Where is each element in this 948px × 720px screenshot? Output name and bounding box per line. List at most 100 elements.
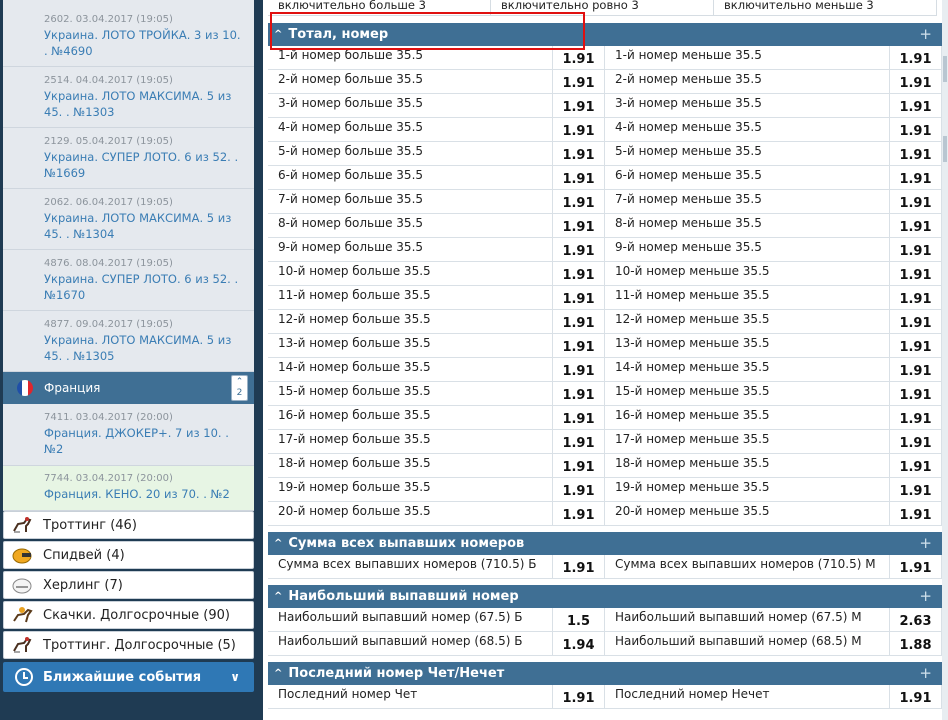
- bet-option[interactable]: 6-й номер больше 35.5 1.91: [268, 166, 605, 189]
- odds-value[interactable]: 1.91: [552, 238, 604, 261]
- country-header-france[interactable]: Франция ⌃ 2: [3, 372, 254, 404]
- odds-value[interactable]: 1.91: [552, 502, 604, 525]
- odds-value[interactable]: 1.91: [889, 334, 941, 357]
- odds-value[interactable]: 1.91: [889, 142, 941, 165]
- odds-value[interactable]: 1.91: [552, 454, 604, 477]
- bet-option[interactable]: Сумма всех выпавших номеров (710.5) Б 1.9…: [268, 555, 605, 578]
- bet-option[interactable]: 7-й номер меньше 35.5 1.91: [605, 190, 942, 213]
- event-title[interactable]: Франция. ДЖОКЕР+. 7 из 10. . №2: [44, 425, 246, 457]
- market-header[interactable]: ^ Последний номер Чет/Нечет +: [268, 662, 942, 685]
- odds-value[interactable]: 1.91: [889, 685, 941, 708]
- bet-option[interactable]: 10-й номер больше 35.5 1.91: [268, 262, 605, 285]
- event-item[interactable]: 7411. 03.04.2017 (20:00) Франция. ДЖОКЕР+…: [3, 404, 254, 466]
- event-item[interactable]: 2062. 06.04.2017 (19:05) Украина. ЛОТО МА…: [3, 189, 254, 250]
- odds-value[interactable]: 1.91: [889, 358, 941, 381]
- odds-value[interactable]: 1.91: [889, 190, 941, 213]
- event-title[interactable]: Франция. КЕНО. 20 из 70. . №2: [44, 486, 246, 502]
- odds-value[interactable]: 1.91: [889, 406, 941, 429]
- bet-option[interactable]: Наибольший выпавший номер (68.5) Б 1.94: [268, 632, 605, 655]
- odds-value[interactable]: 1.91: [889, 262, 941, 285]
- odds-value[interactable]: 1.91: [552, 406, 604, 429]
- collapse-count-badge[interactable]: ⌃ 2: [231, 375, 248, 401]
- odds-value[interactable]: 1.91: [889, 118, 941, 141]
- bet-option[interactable]: 6-й номер меньше 35.5 1.91: [605, 166, 942, 189]
- odds-value[interactable]: 1.91: [552, 382, 604, 405]
- market-header[interactable]: ^ Наибольший выпавший номер +: [268, 585, 942, 608]
- bet-option[interactable]: 10-й номер меньше 35.5 1.91: [605, 262, 942, 285]
- bet-option[interactable]: 18-й номер больше 35.5 1.91: [268, 454, 605, 477]
- bet-option[interactable]: 20-й номер меньше 35.5 1.91: [605, 502, 942, 525]
- sport-item[interactable]: Скачки. Долгосрочные (90): [3, 601, 254, 629]
- bet-option[interactable]: 12-й номер меньше 35.5 1.91: [605, 310, 942, 333]
- bet-option[interactable]: 9-й номер меньше 35.5 1.91: [605, 238, 942, 261]
- odds-value[interactable]: 1.91: [889, 555, 941, 578]
- bet-option[interactable]: 5-й номер меньше 35.5 1.91: [605, 142, 942, 165]
- event-item[interactable]: 2514. 04.04.2017 (19:05) Украина. ЛОТО МА…: [3, 67, 254, 128]
- odds-value[interactable]: 1.5: [552, 608, 604, 631]
- bet-option[interactable]: 3-й номер меньше 35.5 1.91: [605, 94, 942, 117]
- bet-option[interactable]: 7-й номер больше 35.5 1.91: [268, 190, 605, 213]
- bet-option[interactable]: 19-й номер больше 35.5 1.91: [268, 478, 605, 501]
- bet-option[interactable]: 13-й номер меньше 35.5 1.91: [605, 334, 942, 357]
- sport-item[interactable]: Херлинг (7): [3, 571, 254, 599]
- odds-value[interactable]: 1.88: [889, 632, 941, 655]
- bet-option[interactable]: 8-й номер больше 35.5 1.91: [268, 214, 605, 237]
- event-title[interactable]: Украина. ЛОТО МАКСИМА. 5 из 45. . №1304: [44, 210, 246, 242]
- odds-value[interactable]: 1.91: [889, 70, 941, 93]
- odds-value[interactable]: 1.91: [889, 166, 941, 189]
- odds-value[interactable]: 1.91: [552, 478, 604, 501]
- event-item[interactable]: 2602. 03.04.2017 (19:05) Украина. ЛОТО ТР…: [3, 0, 254, 67]
- odds-value[interactable]: 1.91: [552, 555, 604, 578]
- event-item[interactable]: 2129. 05.04.2017 (19:05) Украина. СУПЕР Л…: [3, 128, 254, 189]
- plus-icon[interactable]: +: [919, 25, 932, 43]
- scrollbar[interactable]: [942, 0, 948, 720]
- odds-value[interactable]: 1.91: [889, 46, 941, 69]
- bet-option[interactable]: Сумма всех выпавших номеров (710.5) М 1.9…: [605, 555, 942, 578]
- market-header[interactable]: ^ Сумма всех выпавших номеров +: [268, 532, 942, 555]
- odds-value[interactable]: 1.91: [552, 310, 604, 333]
- sport-item[interactable]: Троттинг (46): [3, 511, 254, 539]
- odds-value[interactable]: 1.91: [889, 478, 941, 501]
- bet-option[interactable]: 3-й номер больше 35.5 1.91: [268, 94, 605, 117]
- odds-value[interactable]: 1.91: [889, 214, 941, 237]
- bet-option[interactable]: 13-й номер больше 35.5 1.91: [268, 334, 605, 357]
- odds-value[interactable]: 1.91: [889, 430, 941, 453]
- odds-value[interactable]: 1.91: [889, 454, 941, 477]
- odds-value[interactable]: 1.91: [552, 286, 604, 309]
- bet-option[interactable]: 16-й номер больше 35.5 1.91: [268, 406, 605, 429]
- bet-option[interactable]: 11-й номер больше 35.5 1.91: [268, 286, 605, 309]
- plus-icon[interactable]: +: [919, 534, 932, 552]
- odds-value[interactable]: 1.91: [552, 94, 604, 117]
- odds-value[interactable]: 1.91: [552, 685, 604, 708]
- bet-option[interactable]: Последний номер Чет 1.91: [268, 685, 605, 708]
- bet-option[interactable]: 1-й номер меньше 35.5 1.91: [605, 46, 942, 69]
- odds-value[interactable]: 1.91: [552, 430, 604, 453]
- plus-icon[interactable]: +: [919, 587, 932, 605]
- odds-value[interactable]: 1.91: [889, 382, 941, 405]
- bet-option[interactable]: 14-й номер больше 35.5 1.91: [268, 358, 605, 381]
- odds-value[interactable]: 1.91: [552, 190, 604, 213]
- event-title[interactable]: Украина. ЛОТО МАКСИМА. 5 из 45. . №1305: [44, 332, 246, 364]
- odds-value[interactable]: 1.91: [889, 238, 941, 261]
- bet-option[interactable]: 11-й номер меньше 35.5 1.91: [605, 286, 942, 309]
- event-title[interactable]: Украина. ЛОТО ТРОЙКА. 3 из 10. . №4690: [44, 27, 246, 59]
- event-title[interactable]: Украина. СУПЕР ЛОТО. 6 из 52. . №1670: [44, 271, 246, 303]
- event-title[interactable]: Украина. СУПЕР ЛОТО. 6 из 52. . №1669: [44, 149, 246, 181]
- odds-value[interactable]: 1.91: [552, 262, 604, 285]
- bet-option[interactable]: 18-й номер меньше 35.5 1.91: [605, 454, 942, 477]
- bet-option[interactable]: 15-й номер меньше 35.5 1.91: [605, 382, 942, 405]
- odds-value[interactable]: 1.91: [552, 142, 604, 165]
- bet-option[interactable]: 2-й номер меньше 35.5 1.91: [605, 70, 942, 93]
- bet-option[interactable]: 2-й номер больше 35.5 1.91: [268, 70, 605, 93]
- bet-option[interactable]: 20-й номер больше 35.5 1.91: [268, 502, 605, 525]
- odds-value[interactable]: 1.91: [889, 310, 941, 333]
- bet-option[interactable]: включительно меньше 3: [714, 0, 937, 15]
- bet-option[interactable]: Наибольший выпавший номер (67.5) М 2.63: [605, 608, 942, 631]
- bet-option[interactable]: 14-й номер меньше 35.5 1.91: [605, 358, 942, 381]
- odds-value[interactable]: 1.94: [552, 632, 604, 655]
- bet-option[interactable]: 15-й номер больше 35.5 1.91: [268, 382, 605, 405]
- odds-value[interactable]: 1.91: [552, 334, 604, 357]
- bet-option[interactable]: 19-й номер меньше 35.5 1.91: [605, 478, 942, 501]
- event-item[interactable]: 4876. 08.04.2017 (19:05) Украина. СУПЕР Л…: [3, 250, 254, 311]
- bet-option[interactable]: 9-й номер больше 35.5 1.91: [268, 238, 605, 261]
